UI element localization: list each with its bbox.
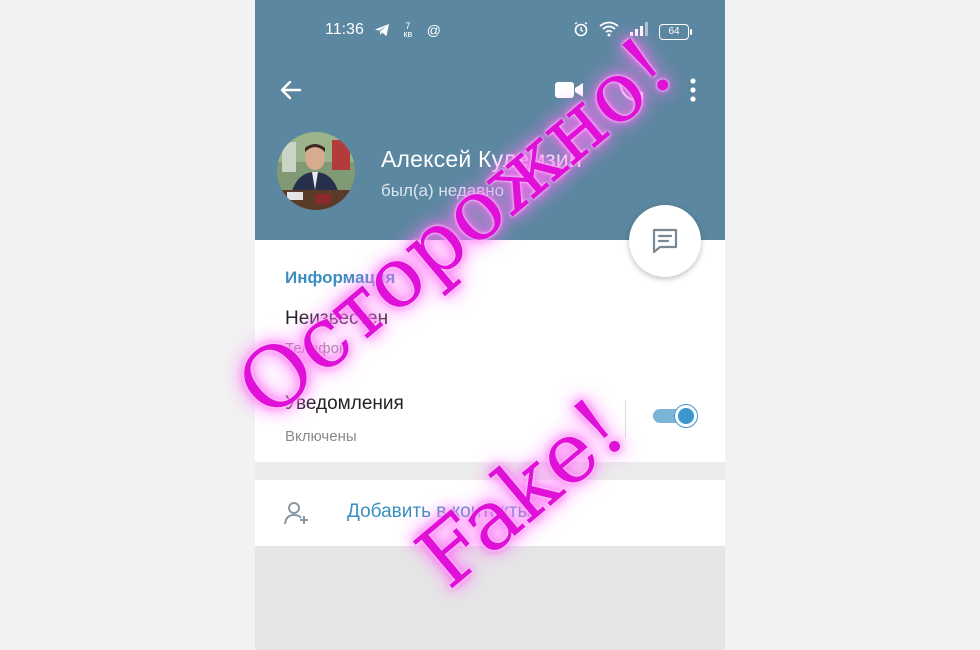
status-bar: 11:36 7 кв @ 64: [255, 0, 725, 60]
empty-area: [255, 546, 725, 650]
toolbar: [255, 68, 725, 112]
last-seen-status: был(а) недавно: [381, 181, 505, 200]
more-vertical-icon: [690, 78, 696, 102]
signal-icon: [629, 22, 649, 41]
profile-header: 11:36 7 кв @ 64 Алексей Кулемзин был(а) …: [255, 0, 725, 240]
notifications-state: Включены: [285, 428, 357, 445]
toggle-knob: [675, 405, 697, 427]
avatar[interactable]: [277, 132, 355, 210]
screenshot-canvas: 11:36 7 кв @ 64 Алексей Кулемзин был(а) …: [0, 0, 980, 650]
back-button[interactable]: [275, 74, 307, 106]
info-section-title: Информация: [285, 268, 396, 287]
section-gap: [255, 462, 725, 480]
video-call-button[interactable]: [553, 74, 585, 106]
add-contact-label: Добавить в контакты: [347, 501, 532, 522]
battery-indicator: 64: [659, 23, 692, 40]
voice-call-button[interactable]: [615, 74, 647, 106]
phone-icon: [618, 77, 644, 103]
phone-screen: 11:36 7 кв @ 64 Алексей Кулемзин был(а) …: [255, 0, 725, 650]
alarm-icon: [573, 21, 589, 42]
contact-name: Алексей Кулемзин: [381, 146, 582, 172]
video-camera-icon: [555, 82, 583, 98]
status-time: 11:36: [325, 21, 364, 38]
notifications-title[interactable]: Уведомления: [285, 393, 404, 415]
message-icon: [652, 228, 678, 254]
wifi-icon: [599, 21, 619, 42]
more-menu-button[interactable]: [677, 74, 709, 106]
phone-value[interactable]: Неизвестен: [285, 308, 388, 330]
arrow-left-icon: [280, 80, 302, 100]
at-sign-icon: @: [426, 22, 441, 38]
speed-indicator-icon: 7 кв: [403, 21, 413, 39]
send-message-button[interactable]: [629, 205, 701, 277]
divider: [625, 400, 626, 438]
telegram-icon: [374, 22, 390, 38]
add-user-icon: [284, 502, 308, 525]
add-contact-button[interactable]: Добавить в контакты: [255, 480, 725, 546]
phone-label: Телефон: [285, 340, 348, 357]
notifications-toggle[interactable]: [653, 405, 697, 427]
